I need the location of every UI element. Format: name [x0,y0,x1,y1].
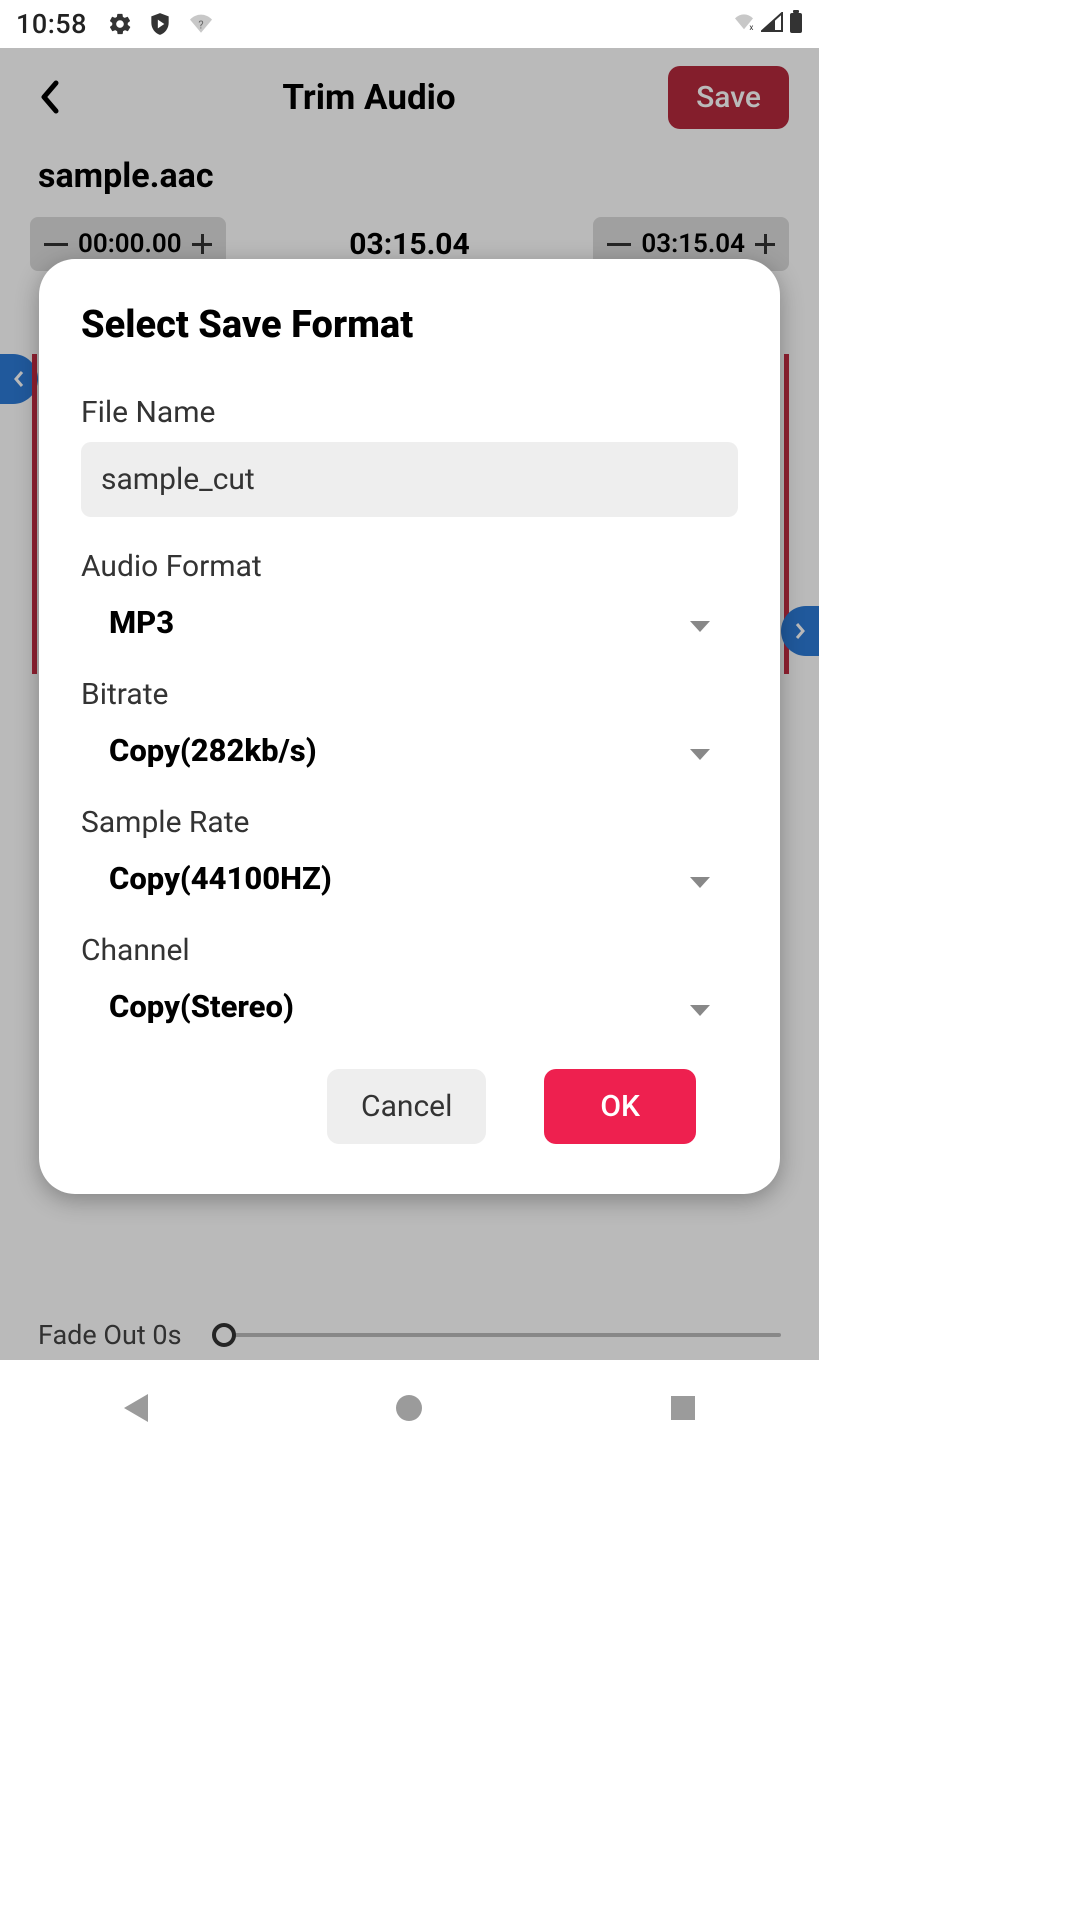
system-navbar [0,1360,819,1456]
svg-text:?: ? [198,18,203,31]
gear-icon [107,11,133,37]
bitrate-field: Bitrate Copy(282kb/s) [81,677,738,773]
sample-rate-field: Sample Rate Copy(44100HZ) [81,805,738,901]
shield-play-icon [147,11,173,37]
audio-format-value: MP3 [109,604,174,641]
nav-recent-icon[interactable] [671,1396,695,1420]
bitrate-select[interactable]: Copy(282kb/s) [81,724,738,773]
save-format-dialog: Select Save Format File Name Audio Forma… [39,259,780,1194]
channel-select[interactable]: Copy(Stereo) [81,980,738,1029]
status-right: x [733,10,803,38]
status-left: 10:58 ? [16,8,215,40]
bitrate-value: Copy(282kb/s) [109,732,317,769]
caret-down-icon [690,1005,710,1016]
nav-back-icon[interactable] [124,1394,148,1422]
sample-rate-value: Copy(44100HZ) [109,860,332,897]
wifi-off-icon: x [733,13,755,35]
cancel-button[interactable]: Cancel [327,1069,486,1144]
sample-rate-select[interactable]: Copy(44100HZ) [81,852,738,901]
caret-down-icon [690,749,710,760]
ok-button[interactable]: OK [544,1069,696,1144]
nav-home-icon[interactable] [396,1395,422,1421]
bitrate-label: Bitrate [81,677,738,712]
file-name-input[interactable] [81,442,738,517]
caret-down-icon [690,877,710,888]
channel-label: Channel [81,933,738,968]
dialog-buttons: Cancel OK [81,1069,738,1144]
caret-down-icon [690,621,710,632]
status-bar: 10:58 ? x [0,0,819,48]
app-content: Trim Audio Save sample.aac 00:00.00 03:1… [0,48,819,1360]
file-name-field-label: File Name [81,395,738,430]
audio-format-field: Audio Format MP3 [81,549,738,645]
svg-text:x: x [749,22,753,31]
audio-format-label: Audio Format [81,549,738,584]
sample-rate-label: Sample Rate [81,805,738,840]
status-icons-left: ? [107,11,215,37]
file-name-field: File Name [81,395,738,517]
audio-format-select[interactable]: MP3 [81,596,738,645]
channel-field: Channel Copy(Stereo) [81,933,738,1029]
status-time: 10:58 [16,8,87,40]
wifi-question-icon: ? [187,13,215,35]
battery-icon [789,10,803,38]
dialog-title: Select Save Format [81,303,738,347]
channel-value: Copy(Stereo) [109,988,294,1025]
signal-icon [761,12,783,36]
